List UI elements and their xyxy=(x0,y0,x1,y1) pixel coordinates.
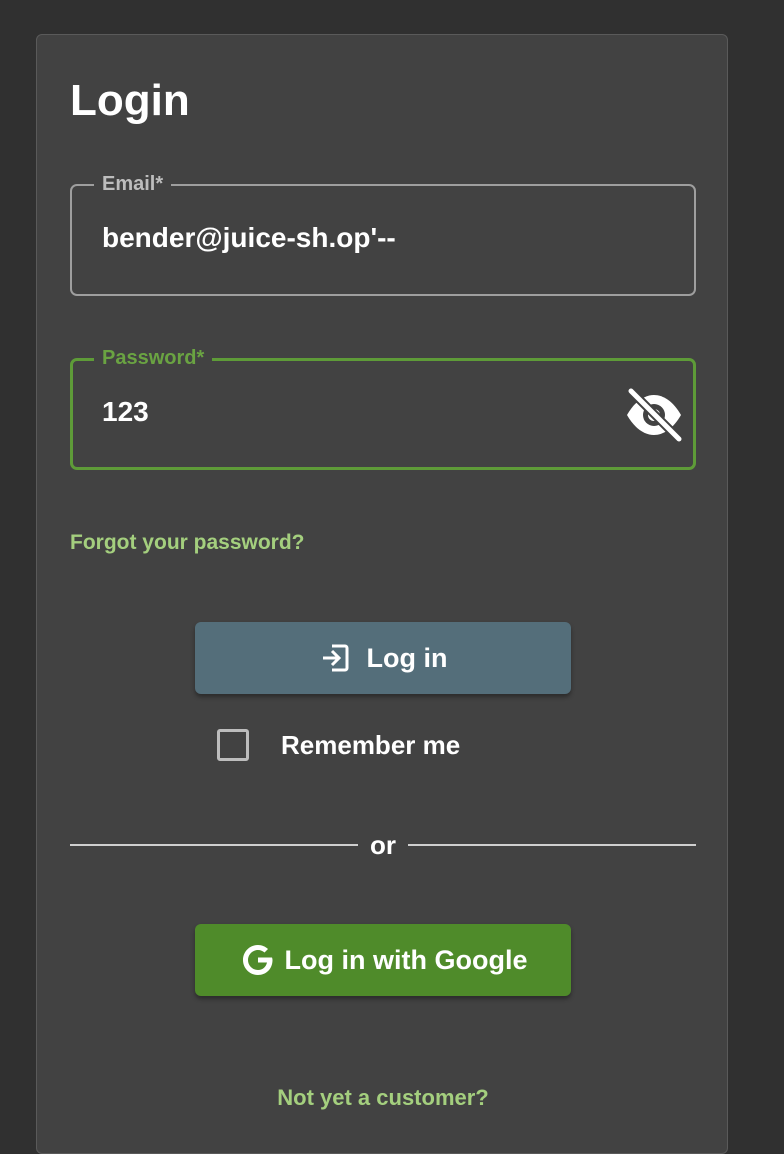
remember-me-checkbox[interactable]: Remember me xyxy=(217,725,460,765)
password-input[interactable] xyxy=(102,394,602,430)
google-icon xyxy=(239,941,277,979)
or-divider: or xyxy=(70,825,696,865)
divider-line-right xyxy=(408,844,696,846)
page-title: Login xyxy=(70,76,190,125)
remember-me-label: Remember me xyxy=(281,729,461,760)
google-button-label: Log in with Google xyxy=(284,944,528,975)
login-button[interactable]: Log in xyxy=(195,622,571,694)
email-label: Email* xyxy=(94,170,172,198)
password-label: Password* xyxy=(94,344,213,372)
email-field[interactable]: Email* xyxy=(70,170,696,296)
google-login-button[interactable]: Log in with Google xyxy=(195,924,571,996)
login-button-label: Log in xyxy=(366,642,448,673)
register-link[interactable]: Not yet a customer? xyxy=(37,1085,729,1111)
eye-off-icon[interactable] xyxy=(623,387,685,443)
or-text: or xyxy=(370,829,396,860)
divider-line-left xyxy=(70,844,358,846)
password-field[interactable]: Password* xyxy=(70,344,696,470)
login-icon xyxy=(319,642,351,674)
login-card: Login Email* Password* Forgot your passw… xyxy=(36,34,728,1154)
email-input[interactable] xyxy=(102,220,602,256)
checkbox-box[interactable] xyxy=(217,729,249,761)
forgot-password-link[interactable]: Forgot your password? xyxy=(70,531,305,555)
